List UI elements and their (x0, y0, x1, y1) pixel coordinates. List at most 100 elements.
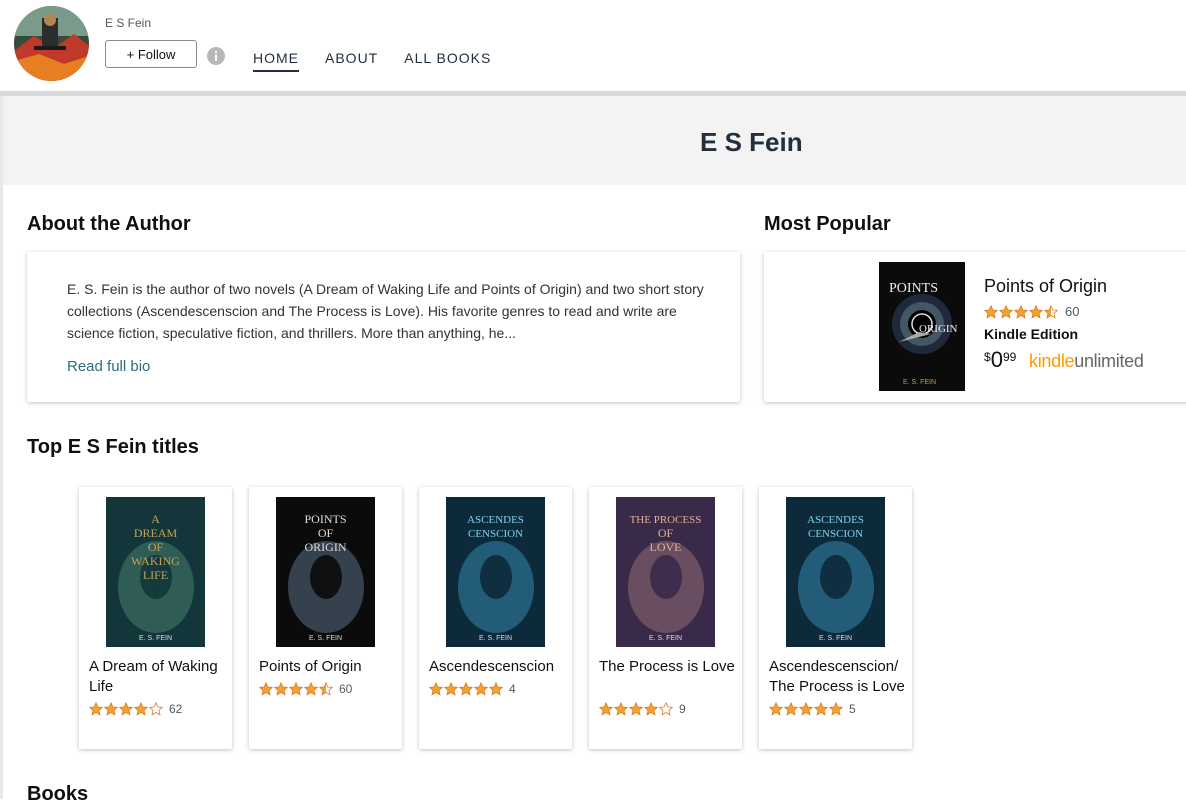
cover-title-text: LIFE (143, 568, 168, 582)
cover-title-text: CENSCION (808, 528, 863, 540)
svg-text:ORIGIN: ORIGIN (919, 323, 958, 335)
author-header: E S Fein + Follow HOME ABOUT ALL BOOKS (0, 0, 1186, 92)
info-icon[interactable] (207, 47, 225, 65)
popular-book-format: Kindle Edition (984, 326, 1079, 342)
kindle-unlimited-logo: kindleunlimited (1029, 351, 1144, 372)
star-icon (614, 702, 628, 716)
popular-book-price: $ 0 99 (984, 348, 1016, 372)
cover-author-text: E. S. FEIN (479, 635, 512, 642)
book-card[interactable]: POINTS OF ORIGIN E. S. FEIN Points of Origin… (249, 487, 402, 749)
book-card[interactable]: A DREAM OF WAKING LIFE E. S. FEIN A Dream of W… (79, 487, 232, 749)
book-card[interactable]: THE PROCESS OF LOVE E. S. FEIN The Process i… (589, 487, 742, 749)
star-icon (289, 682, 303, 696)
review-count: 60 (1065, 304, 1080, 319)
read-full-bio-link[interactable]: Read full bio (67, 358, 150, 375)
star-icon (89, 702, 103, 716)
star-icon (304, 682, 318, 696)
star-icon (799, 702, 813, 716)
star-icon (134, 702, 148, 716)
book-title[interactable]: Ascendescenscion (429, 657, 567, 677)
about-heading: About the Author (27, 213, 191, 235)
star-icon (659, 702, 673, 716)
book-rating[interactable]: 62 (89, 702, 182, 716)
rating-stars (429, 682, 504, 696)
star-icon (1014, 304, 1028, 319)
most-popular-card: POINTS ORIGIN E. S. FEIN Points of Origi… (764, 252, 1186, 402)
star-icon (274, 682, 288, 696)
cover-title-text: LOVE (650, 540, 682, 554)
price-fraction: 99 (1002, 350, 1017, 364)
page-title: E S Fein (700, 127, 803, 157)
star-icon (829, 702, 843, 716)
review-count: 5 (849, 702, 856, 716)
nav-home[interactable]: HOME (253, 50, 299, 72)
star-icon (119, 702, 133, 716)
star-icon (319, 682, 333, 696)
book-title[interactable]: Points of Origin (259, 657, 397, 677)
book-cover[interactable]: ASCENDES CENSCION E. S. FEIN (786, 497, 885, 647)
price-symbol: $ (984, 350, 991, 364)
review-count: 60 (339, 682, 353, 696)
book-rating[interactable]: 9 (599, 702, 686, 716)
rating-stars (259, 682, 334, 696)
book-rating[interactable]: 60 (259, 682, 352, 696)
book-cover[interactable]: THE PROCESSOFLOVE E. S. FEIN (616, 497, 715, 647)
svg-text:POINTS: POINTS (889, 281, 938, 296)
star-icon (784, 702, 798, 716)
book-card[interactable]: ASCENDES CENSCION E. S. FEIN Ascendescensci… (759, 487, 912, 749)
book-cover-points-of-origin[interactable]: POINTS ORIGIN E. S. FEIN (879, 262, 965, 391)
cover-title-text: OF (658, 526, 674, 540)
star-icon (104, 702, 118, 716)
cover-title-text: OF (318, 526, 334, 540)
bio-text: E. S. Fein is the author of two novels (… (67, 281, 704, 341)
rating-stars (769, 702, 844, 716)
book-cover[interactable]: ASCENDES CENSCION E. S. FEIN (446, 497, 545, 647)
star-icon (629, 702, 643, 716)
top-titles-heading: Top E S Fein titles (27, 436, 199, 458)
book-title[interactable]: Ascendescenscion/ The Process is Love (769, 657, 907, 697)
cover-title-text: OF (148, 540, 164, 554)
bio-card: E. S. Fein is the author of two novels (… (27, 252, 740, 402)
cover-author-text: E. S. FEIN (309, 635, 342, 642)
author-avatar[interactable] (14, 6, 89, 81)
popular-rating[interactable]: 60 (984, 304, 1079, 319)
star-icon (474, 682, 488, 696)
cover-title-text: DREAM (134, 526, 178, 540)
book-title[interactable]: A Dream of Waking Life (89, 657, 227, 697)
star-icon (984, 304, 998, 319)
rating-stars (89, 702, 164, 716)
star-icon (1029, 304, 1043, 319)
cover-author-text: E. S. FEIN (649, 635, 682, 642)
book-rating[interactable]: 4 (429, 682, 516, 696)
star-icon (444, 682, 458, 696)
book-card[interactable]: ASCENDES CENSCION E. S. FEIN Ascendescensci… (419, 487, 572, 749)
ku-unlimited-text: unlimited (1074, 351, 1144, 371)
cover-title-text: CENSCION (468, 528, 523, 540)
popular-book-title[interactable]: Points of Origin (984, 276, 1107, 297)
review-count: 4 (509, 682, 516, 696)
book-rating[interactable]: 5 (769, 702, 856, 716)
author-name-small: E S Fein (105, 16, 152, 30)
ku-kindle-text: kindle (1029, 351, 1075, 371)
review-count: 9 (679, 702, 686, 716)
star-icon (259, 682, 273, 696)
book-cover[interactable]: ADREAMOFWAKINGLIFE E. S. FEIN (106, 497, 205, 647)
book-cover[interactable]: POINTSOFORIGIN E. S. FEIN (276, 497, 375, 647)
left-edge (0, 96, 3, 799)
nav-all-books[interactable]: ALL BOOKS (404, 50, 491, 72)
nav-about[interactable]: ABOUT (325, 50, 378, 72)
cover-title-text: ORIGIN (305, 540, 347, 554)
star-icon (769, 702, 783, 716)
cover-title-text: POINTS (304, 512, 346, 526)
cover-title-text: A (151, 512, 160, 526)
cover-title-text: THE PROCESS (630, 514, 702, 526)
rating-stars (599, 702, 674, 716)
book-title[interactable]: The Process is Love (599, 657, 737, 677)
follow-button[interactable]: + Follow (105, 40, 197, 68)
star-icon (599, 702, 613, 716)
star-icon (644, 702, 658, 716)
star-icon (1044, 304, 1058, 319)
rating-stars (984, 304, 1059, 319)
cover-title-text: WAKING (131, 554, 180, 568)
cover-title-text: ASCENDES (467, 514, 524, 526)
